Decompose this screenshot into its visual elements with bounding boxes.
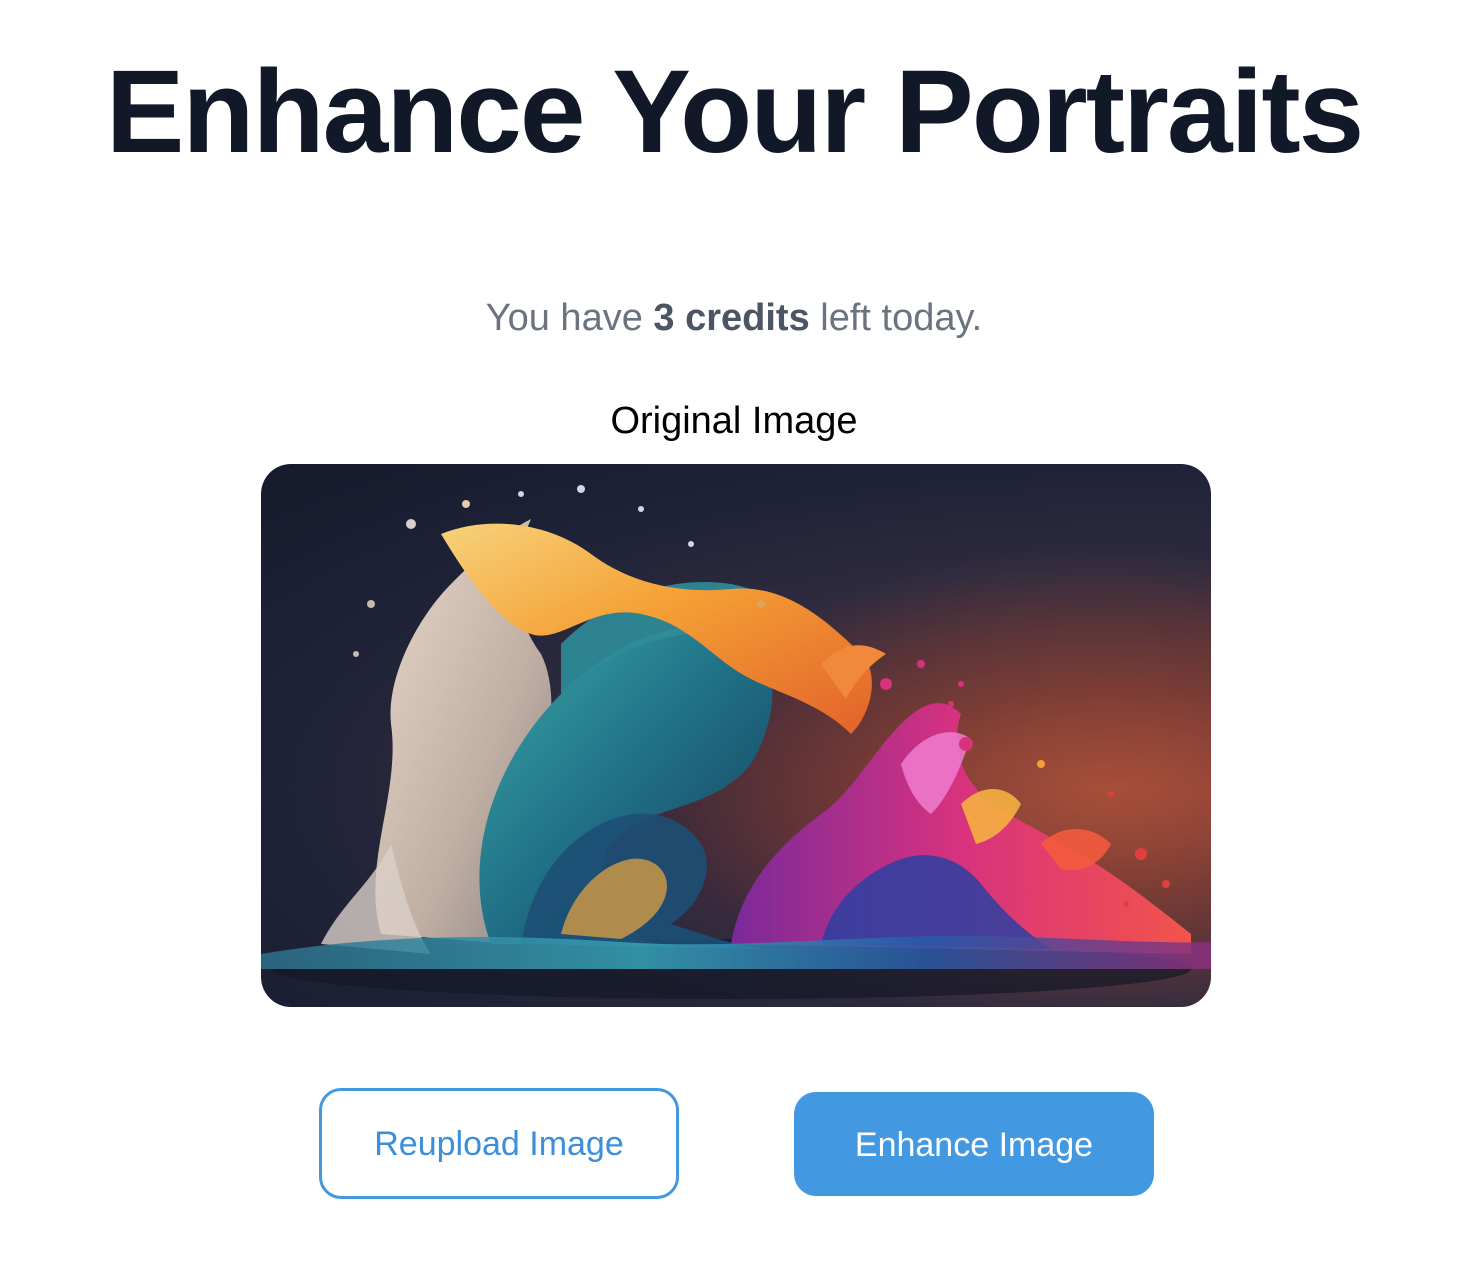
original-image <box>261 464 1211 1007</box>
credits-prefix: You have <box>485 297 654 339</box>
reupload-image-button[interactable]: Reupload Image <box>319 1088 679 1199</box>
paint-splash-artwork <box>261 464 1211 1007</box>
credits-message: You have 3 credits left today. <box>0 294 1468 342</box>
original-image-label: Original Image <box>610 400 858 442</box>
enhance-image-button[interactable]: Enhance Image <box>794 1092 1154 1196</box>
credits-count: 3 credits <box>653 297 810 339</box>
page-title: Enhance Your Portraits <box>105 46 1365 178</box>
credits-suffix: left today. <box>809 297 983 339</box>
